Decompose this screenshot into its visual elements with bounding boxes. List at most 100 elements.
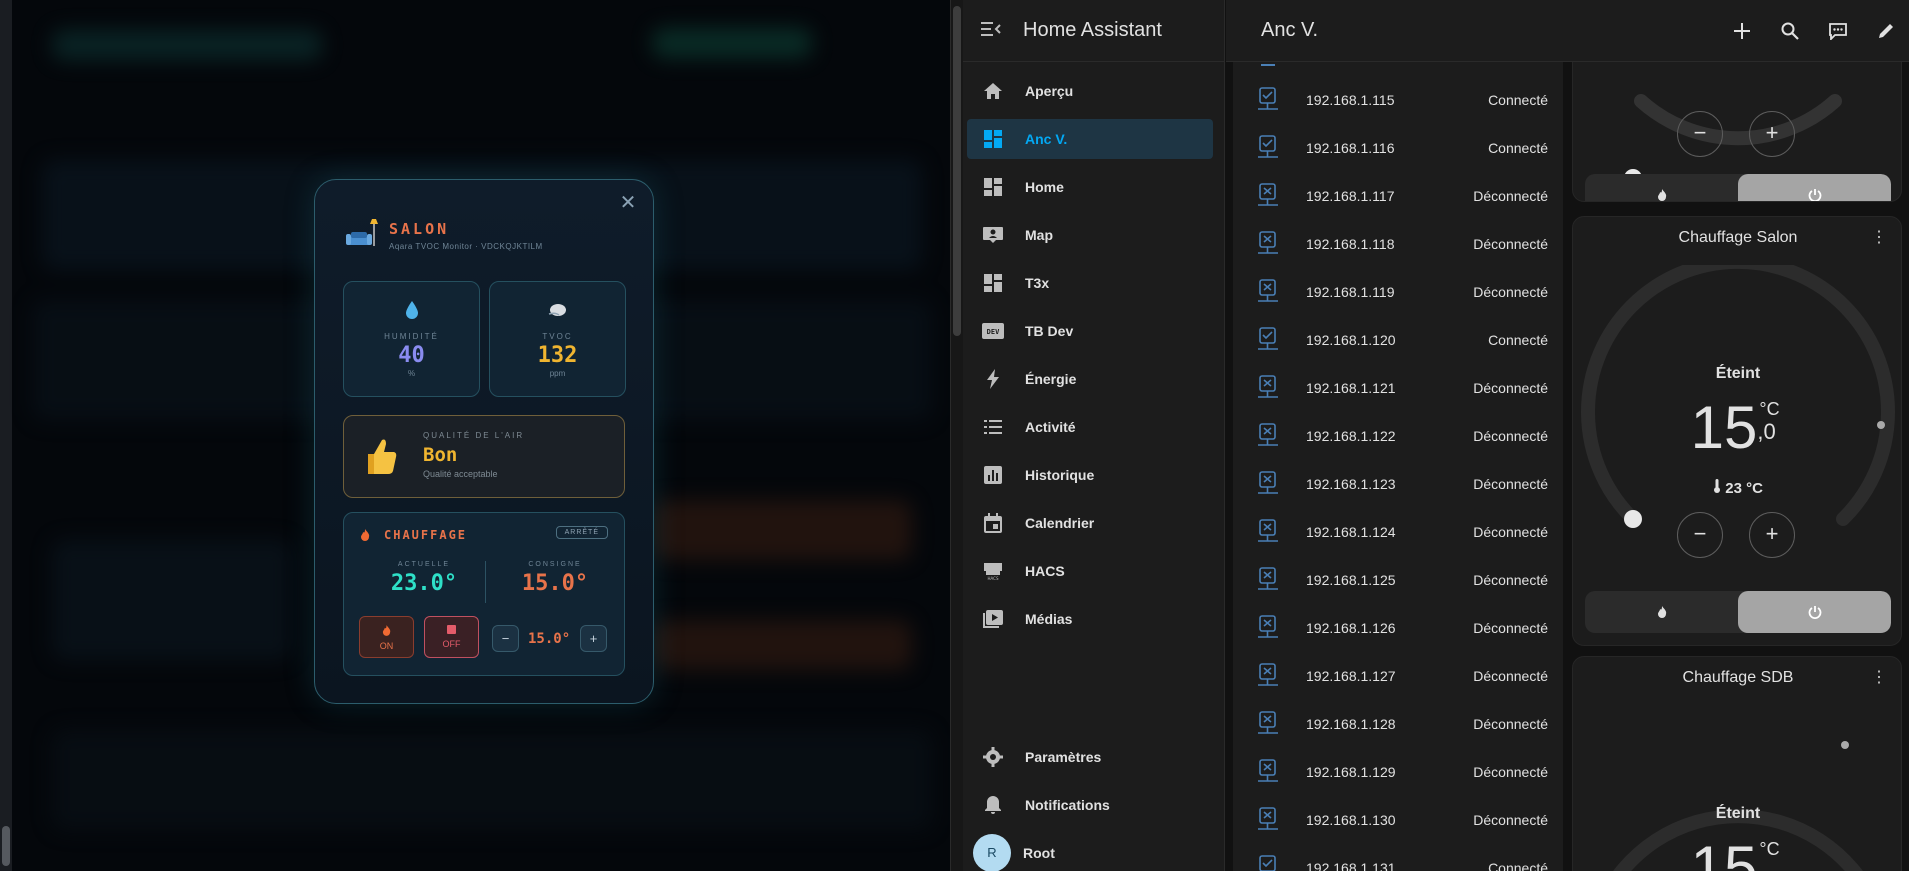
ethernet-disconnected-icon bbox=[1258, 375, 1278, 398]
sofa-lamp-icon bbox=[346, 219, 378, 246]
sidebar-item-t3x[interactable]: T3x bbox=[967, 263, 1213, 303]
sidebar-user[interactable]: R Root bbox=[967, 833, 1213, 871]
table-row[interactable]: 192.168.1.130 Déconnecté bbox=[1233, 796, 1563, 844]
tvoc-unit: ppm bbox=[549, 369, 566, 378]
sidebar-item-tb-dev[interactable]: DEV TB Dev bbox=[967, 311, 1213, 351]
table-row[interactable]: 192.168.1.123 Déconnecté bbox=[1233, 460, 1563, 508]
sidebar-item-notifications[interactable]: Notifications bbox=[967, 785, 1213, 825]
setpoint-label: CONSIGNE bbox=[528, 561, 582, 568]
increase-temp-button[interactable]: + bbox=[1749, 512, 1795, 558]
off-mode-button[interactable] bbox=[1738, 174, 1891, 201]
table-row[interactable]: 192.168.1.127 Déconnecté bbox=[1233, 652, 1563, 700]
ip-address: 192.168.1.130 bbox=[1306, 812, 1396, 828]
decrease-setpoint-button[interactable]: − bbox=[492, 625, 519, 652]
chart-icon bbox=[981, 463, 1005, 487]
increase-temp-button[interactable]: + bbox=[1749, 111, 1795, 157]
current-temp-value: 23.0° bbox=[390, 571, 458, 596]
heat-mode-button[interactable] bbox=[1585, 174, 1738, 201]
table-row[interactable]: 192.168.1.125 Déconnecté bbox=[1233, 556, 1563, 604]
thermostat-column: − + Chauffage Salon ⋮ Éteint 15 °C ,0 23… bbox=[1572, 62, 1909, 871]
increase-setpoint-button[interactable]: + bbox=[580, 625, 607, 652]
close-icon[interactable]: ✕ bbox=[617, 192, 639, 214]
left-scrollbar[interactable] bbox=[0, 0, 12, 871]
table-row[interactable]: 192.168.1.124 Déconnecté bbox=[1233, 508, 1563, 556]
heat-mode-button[interactable] bbox=[1585, 591, 1738, 633]
thermometer-icon bbox=[1714, 479, 1721, 493]
sidebar-header: Home Assistant bbox=[963, 0, 1224, 62]
off-mode-button[interactable] bbox=[1738, 591, 1891, 633]
sidebar-item-activit-[interactable]: Activité bbox=[967, 407, 1213, 447]
gear-icon bbox=[981, 745, 1005, 769]
sidebar-item-anc-v-[interactable]: Anc V. bbox=[967, 119, 1213, 159]
sidebar-item-label: Médias bbox=[1025, 611, 1073, 627]
connection-status: Déconnecté bbox=[1473, 668, 1548, 684]
table-row[interactable]: 192.168.1.115 Connecté bbox=[1233, 76, 1563, 124]
sidebar-item-map[interactable]: Map bbox=[967, 215, 1213, 255]
sidebar-item--nergie[interactable]: Énergie bbox=[967, 359, 1213, 399]
sidebar-item-home[interactable]: Home bbox=[967, 167, 1213, 207]
ethernet-connected-icon bbox=[1259, 855, 1276, 871]
table-row[interactable]: 192.168.1.117 Déconnecté bbox=[1233, 172, 1563, 220]
connection-status: Déconnecté bbox=[1473, 764, 1548, 780]
table-row[interactable]: 192.168.1.122 Déconnecté bbox=[1233, 412, 1563, 460]
connection-status: Connecté bbox=[1488, 332, 1548, 348]
table-row[interactable]: 192.168.1.126 Déconnecté bbox=[1233, 604, 1563, 652]
dashboard-icon bbox=[981, 175, 1005, 199]
table-row[interactable]: 192.168.1.116 Connecté bbox=[1233, 124, 1563, 172]
assist-icon[interactable] bbox=[1814, 7, 1862, 55]
humidity-label: HUMIDITÉ bbox=[384, 332, 439, 341]
decrease-temp-button[interactable]: − bbox=[1677, 512, 1723, 558]
table-row[interactable]: 192.168.1.131 Connecté bbox=[1233, 844, 1563, 871]
ethernet-disconnected-icon bbox=[1258, 807, 1278, 830]
ip-address: 192.168.1.120 bbox=[1306, 332, 1396, 348]
sidebar-item-label: Anc V. bbox=[1025, 131, 1068, 147]
current-temperature: 23 °C bbox=[1573, 479, 1901, 497]
ha-scrollbar[interactable] bbox=[951, 0, 963, 871]
ha-scrollbar-thumb[interactable] bbox=[953, 6, 961, 336]
sidebar-item-m-dias[interactable]: Médias bbox=[967, 599, 1213, 639]
more-vert-icon[interactable]: ⋮ bbox=[1869, 667, 1889, 689]
heating-on-label: ON bbox=[379, 641, 394, 651]
table-row[interactable]: 192.168.1.120 Connecté bbox=[1233, 316, 1563, 364]
home-assistant-window: Home Assistant Aperçu Anc V. Home Map T3x DEV… bbox=[950, 0, 1909, 871]
pencil-icon[interactable] bbox=[1862, 7, 1909, 55]
left-scrollbar-thumb[interactable] bbox=[2, 826, 10, 866]
svg-text:HACS: HACS bbox=[987, 576, 998, 581]
table-row[interactable]: 192.168.1.121 Déconnecté bbox=[1233, 364, 1563, 412]
heating-card: CHAUFFAGE ARRÊTÉ ACTUELLE 23.0° CONSIGNE… bbox=[343, 512, 625, 676]
ethernet-disconnected-icon bbox=[1258, 759, 1278, 782]
sidebar-item-param-tres[interactable]: Paramètres bbox=[967, 737, 1213, 777]
more-vert-icon[interactable]: ⋮ bbox=[1869, 227, 1889, 249]
ip-address: 192.168.1.115 bbox=[1306, 92, 1395, 108]
cloud-wind-icon bbox=[490, 300, 625, 322]
hvac-mode-bar bbox=[1585, 591, 1891, 633]
connection-status: Déconnecté bbox=[1473, 524, 1548, 540]
menu-collapse-icon[interactable] bbox=[981, 19, 1005, 43]
search-icon[interactable] bbox=[1766, 7, 1814, 55]
target-temperature: 15 °C bbox=[1573, 833, 1901, 871]
heating-title: CHAUFFAGE bbox=[384, 528, 468, 542]
table-row[interactable]: 192.168.1.119 Déconnecté bbox=[1233, 268, 1563, 316]
heating-off-button[interactable]: OFF bbox=[424, 616, 479, 658]
table-row[interactable]: 192.168.1.128 Déconnecté bbox=[1233, 700, 1563, 748]
power-icon bbox=[1808, 606, 1821, 619]
target-temp-integer: 15 bbox=[1690, 834, 1758, 871]
user-name: Root bbox=[1023, 845, 1055, 861]
heating-on-button[interactable]: ON bbox=[359, 616, 414, 658]
add-icon[interactable] bbox=[1718, 7, 1766, 55]
sidebar-item-aper-u[interactable]: Aperçu bbox=[967, 71, 1213, 111]
tvoc-value: 132 bbox=[537, 343, 578, 368]
sidebar-item-hacs[interactable]: HACS HACS bbox=[967, 551, 1213, 591]
table-row[interactable]: 192.168.1.129 Déconnecté bbox=[1233, 748, 1563, 796]
sidebar-item-calendrier[interactable]: Calendrier bbox=[967, 503, 1213, 543]
ip-address: 192.168.1.127 bbox=[1306, 668, 1396, 684]
list-icon bbox=[981, 415, 1005, 439]
dashboard-icon bbox=[981, 271, 1005, 295]
ip-address: 192.168.1.131 bbox=[1306, 860, 1396, 871]
sidebar-item-label: Paramètres bbox=[1025, 749, 1102, 765]
decrease-temp-button[interactable]: − bbox=[1677, 111, 1723, 157]
sidebar-item-historique[interactable]: Historique bbox=[967, 455, 1213, 495]
view-title: Anc V. bbox=[1261, 19, 1319, 41]
connection-status: Connecté bbox=[1488, 92, 1548, 108]
table-row[interactable]: 192.168.1.118 Déconnecté bbox=[1233, 220, 1563, 268]
